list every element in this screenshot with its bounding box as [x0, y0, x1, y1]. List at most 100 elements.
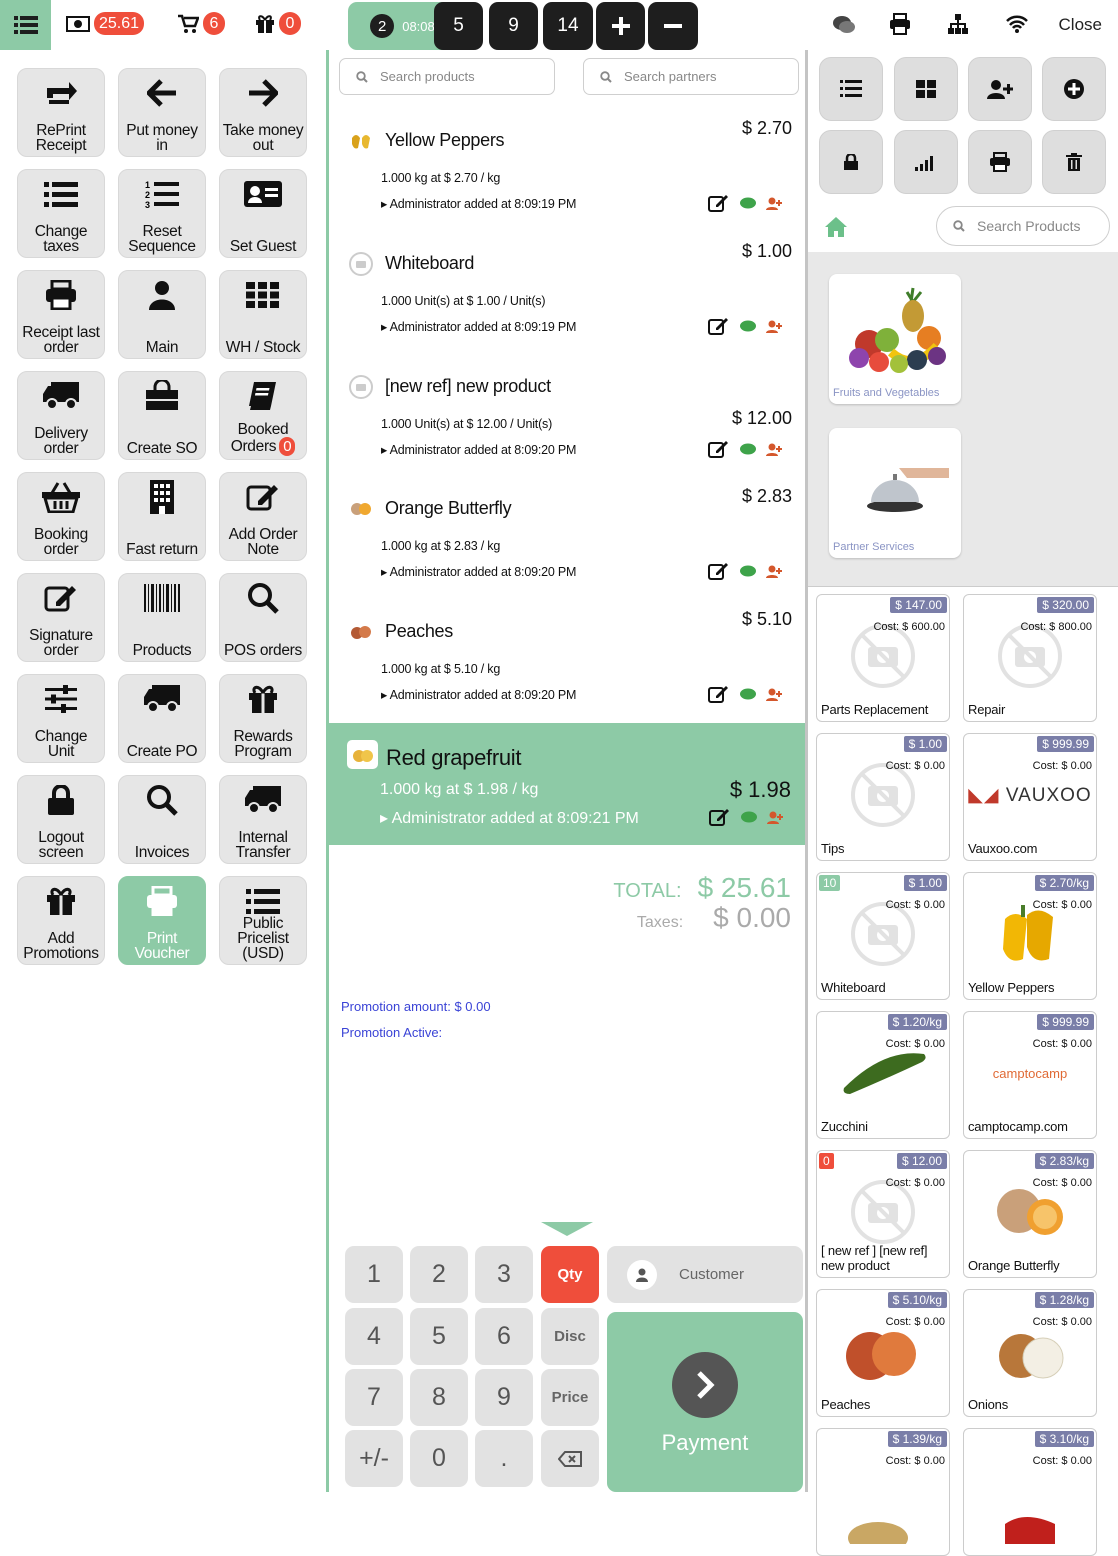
action-put-money-in-button[interactable]: Put money in: [118, 68, 206, 157]
keypad-key[interactable]: 8: [410, 1369, 468, 1426]
comment-icon[interactable]: [740, 197, 756, 210]
action-internal-transfer-button[interactable]: Internal Transfer: [219, 775, 307, 864]
order-line[interactable]: Yellow Peppers $ 2.70 1.000 kg at $ 2.70…: [347, 118, 792, 230]
action-main-button[interactable]: Main: [118, 270, 206, 359]
action-add-order-note-button[interactable]: Add Order Note: [219, 472, 307, 561]
edit-icon[interactable]: [709, 807, 731, 827]
action-print-voucher-button[interactable]: Print Voucher: [118, 876, 206, 965]
user-plus-icon[interactable]: [766, 443, 782, 456]
keypad-key[interactable]: 0: [410, 1430, 468, 1487]
action-products-button[interactable]: Products: [118, 573, 206, 662]
action-take-money-out-button[interactable]: Take money out: [219, 68, 307, 157]
keypad-key[interactable]: 3: [475, 1246, 533, 1303]
order-line[interactable]: [new ref] new product $ 12.00 1.000 Unit…: [347, 375, 792, 476]
collapse-arrow-icon[interactable]: [541, 1222, 593, 1236]
action-set-guest-button[interactable]: Set Guest: [219, 169, 307, 258]
comment-icon[interactable]: [741, 811, 757, 824]
action-public-pricelist-usd-button[interactable]: Public Pricelist (USD): [219, 876, 307, 965]
action-reprint-receipt-button[interactable]: RePrint Receipt: [17, 68, 105, 157]
action-fast-return-button[interactable]: Fast return: [118, 472, 206, 561]
order-tab[interactable]: 5: [434, 2, 483, 50]
action-signature-order-button[interactable]: Signature order: [17, 573, 105, 662]
order-line[interactable]: Whiteboard $ 1.00 1.000 Unit(s) at $ 1.0…: [347, 241, 792, 353]
keypad-key[interactable]: 2: [410, 1246, 468, 1303]
product-card[interactable]: $ 2.83/kg Cost: $ 0.00 Orange Butterfly: [963, 1150, 1097, 1278]
order-tab[interactable]: 9: [489, 2, 538, 50]
keypad-key[interactable]: .: [475, 1430, 533, 1487]
lock-button[interactable]: [819, 130, 883, 194]
remove-order-button[interactable]: [648, 2, 698, 50]
gift-status[interactable]: 0: [255, 12, 301, 35]
mode-qty-button[interactable]: Qty: [541, 1246, 599, 1303]
product-card[interactable]: $ 1.39/kg Cost: $ 0.00: [816, 1428, 950, 1556]
keypad-key[interactable]: +/-: [345, 1430, 403, 1487]
comment-icon[interactable]: [740, 320, 756, 333]
mode-disc-button[interactable]: Disc: [541, 1308, 599, 1365]
selected-order-line[interactable]: Red grapefruit 1.000 kg at $ 1.98 / kg $…: [329, 723, 805, 845]
home-icon[interactable]: [824, 216, 848, 238]
edit-icon[interactable]: [708, 316, 730, 336]
mode-price-button[interactable]: Price: [541, 1369, 599, 1426]
delete-button[interactable]: [1042, 130, 1106, 194]
keypad-key[interactable]: 6: [475, 1308, 533, 1365]
action-create-po-button[interactable]: Create PO: [118, 674, 206, 763]
sitemap-icon[interactable]: [947, 13, 969, 35]
edit-icon[interactable]: [708, 439, 730, 459]
product-card[interactable]: $ 2.70/kg Cost: $ 0.00 Yellow Peppers: [963, 872, 1097, 1000]
chat-icon[interactable]: [832, 15, 856, 35]
print-button[interactable]: [968, 130, 1032, 194]
add-product-button[interactable]: [1042, 57, 1106, 121]
user-plus-icon[interactable]: [766, 688, 782, 701]
order-line[interactable]: Peaches $ 5.10 1.000 kg at $ 5.10 / kg ▸…: [347, 609, 792, 721]
edit-icon[interactable]: [708, 684, 730, 704]
edit-icon[interactable]: [708, 193, 730, 213]
wifi-icon[interactable]: [1005, 15, 1029, 33]
keypad-key[interactable]: 4: [345, 1308, 403, 1365]
signal-button[interactable]: [894, 130, 958, 194]
action-invoices-button[interactable]: Invoices: [118, 775, 206, 864]
comment-icon[interactable]: [740, 565, 756, 578]
keypad-key[interactable]: 5: [410, 1308, 468, 1365]
product-card[interactable]: $ 1.28/kg Cost: $ 0.00 Onions: [963, 1289, 1097, 1417]
product-card[interactable]: $ 147.00 Cost: $ 600.00 Parts Replacemen…: [816, 594, 950, 722]
keypad-key[interactable]: 1: [345, 1246, 403, 1303]
action-create-so-button[interactable]: Create SO: [118, 371, 206, 460]
add-customer-button[interactable]: [968, 57, 1032, 121]
edit-icon[interactable]: [708, 561, 730, 581]
action-rewards-program-button[interactable]: Rewards Program: [219, 674, 307, 763]
action-receipt-last-order-button[interactable]: Receipt last order: [17, 270, 105, 359]
action-delivery-order-button[interactable]: Delivery order: [17, 371, 105, 460]
action-change-taxes-button[interactable]: Change taxes: [17, 169, 105, 258]
product-card[interactable]: 0 $ 12.00 Cost: $ 0.00 [ new ref ] [new …: [816, 1150, 950, 1278]
product-card[interactable]: 10 $ 1.00 Cost: $ 0.00 Whiteboard: [816, 872, 950, 1000]
product-card[interactable]: ◣◢ VAUXOO $ 999.99 Cost: $ 0.00 Vauxoo.c…: [963, 733, 1097, 861]
action-add-promotions-button[interactable]: Add Promotions: [17, 876, 105, 965]
product-card[interactable]: camptocamp $ 999.99 Cost: $ 0.00 camptoc…: [963, 1011, 1097, 1139]
user-plus-icon[interactable]: [766, 197, 782, 210]
action-booking-order-button[interactable]: Booking order: [17, 472, 105, 561]
action-pos-orders-button[interactable]: POS orders: [219, 573, 307, 662]
user-plus-icon[interactable]: [766, 565, 782, 578]
grid-view-button[interactable]: [894, 57, 958, 121]
action-reset-sequence-button[interactable]: 1 2 3 Reset Sequence: [118, 169, 206, 258]
product-card[interactable]: $ 320.00 Cost: $ 800.00 Repair: [963, 594, 1097, 722]
menu-button[interactable]: [0, 0, 51, 50]
user-plus-icon[interactable]: [766, 320, 782, 333]
product-card[interactable]: $ 3.10/kg Cost: $ 0.00: [963, 1428, 1097, 1556]
action-change-unit-button[interactable]: Change Unit: [17, 674, 105, 763]
list-view-button[interactable]: [819, 57, 883, 121]
partner-search-input[interactable]: Search partners: [583, 58, 799, 95]
payment-button[interactable]: Payment: [607, 1312, 803, 1492]
action-logout-screen-button[interactable]: Logout screen: [17, 775, 105, 864]
cash-status[interactable]: 25.61: [66, 12, 145, 35]
category-partner-services[interactable]: Partner Services: [829, 428, 961, 558]
comment-icon[interactable]: [740, 443, 756, 456]
close-button[interactable]: Close: [1059, 15, 1102, 35]
user-plus-icon[interactable]: [767, 811, 783, 824]
order-line[interactable]: Orange Butterfly $ 2.83 1.000 kg at $ 2.…: [347, 486, 792, 598]
product-card[interactable]: $ 5.10/kg Cost: $ 0.00 Peaches: [816, 1289, 950, 1417]
product-card[interactable]: $ 1.00 Cost: $ 0.00 Tips: [816, 733, 950, 861]
product-search-input[interactable]: Search products: [339, 58, 555, 95]
customer-button[interactable]: Customer: [607, 1246, 803, 1303]
right-product-search-input[interactable]: Search Products: [936, 206, 1110, 246]
